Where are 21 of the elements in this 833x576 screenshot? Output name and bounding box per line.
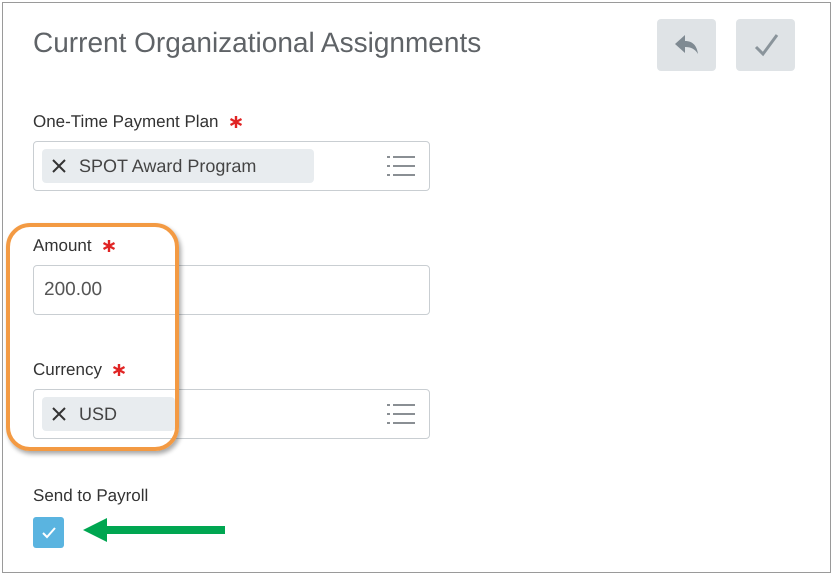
field-label: One-Time Payment Plan [33, 111, 218, 134]
checkbox-label: Send to Payroll [33, 485, 150, 505]
checkmark-icon [42, 526, 56, 538]
remove-icon[interactable] [52, 407, 66, 421]
confirm-button[interactable] [736, 19, 795, 71]
select-field[interactable]: SPOT Award Program [33, 141, 430, 191]
input-value: 200.00 [44, 278, 102, 302]
pill-text: USD [79, 402, 118, 426]
page-title: Current Organizational Assignments [33, 26, 482, 60]
field-label: Amount [33, 235, 92, 258]
list-icon[interactable] [387, 402, 415, 426]
undo-button[interactable] [657, 19, 716, 71]
reply-arrow-icon [674, 34, 700, 56]
select-field[interactable]: USD [33, 389, 430, 439]
amount-input[interactable]: 200.00 [33, 265, 430, 315]
field-label: Currency [33, 359, 102, 382]
checkmark-icon [752, 32, 778, 58]
pill-text: SPOT Award Program [79, 154, 256, 178]
remove-icon[interactable] [52, 159, 66, 173]
checkbox[interactable] [33, 517, 64, 548]
list-icon[interactable] [387, 154, 415, 178]
